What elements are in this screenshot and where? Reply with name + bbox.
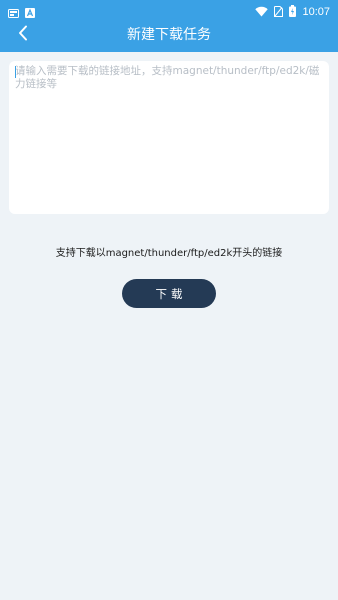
link-input[interactable] <box>9 61 329 214</box>
supported-protocols-hint: 支持下载以magnet/thunder/ftp/ed2k开头的链接 <box>55 248 283 259</box>
chevron-left-icon <box>18 25 28 45</box>
status-bar: 10:07 <box>0 0 338 18</box>
page-title: 新建下载任务 <box>127 27 211 43</box>
text-cursor <box>15 66 16 78</box>
app-toolbar: 新建下载任务 <box>0 18 338 52</box>
link-input-card <box>9 61 329 214</box>
status-time: 10:07 <box>302 5 330 18</box>
back-button[interactable] <box>12 24 34 46</box>
download-button[interactable]: 下载 <box>122 279 216 308</box>
